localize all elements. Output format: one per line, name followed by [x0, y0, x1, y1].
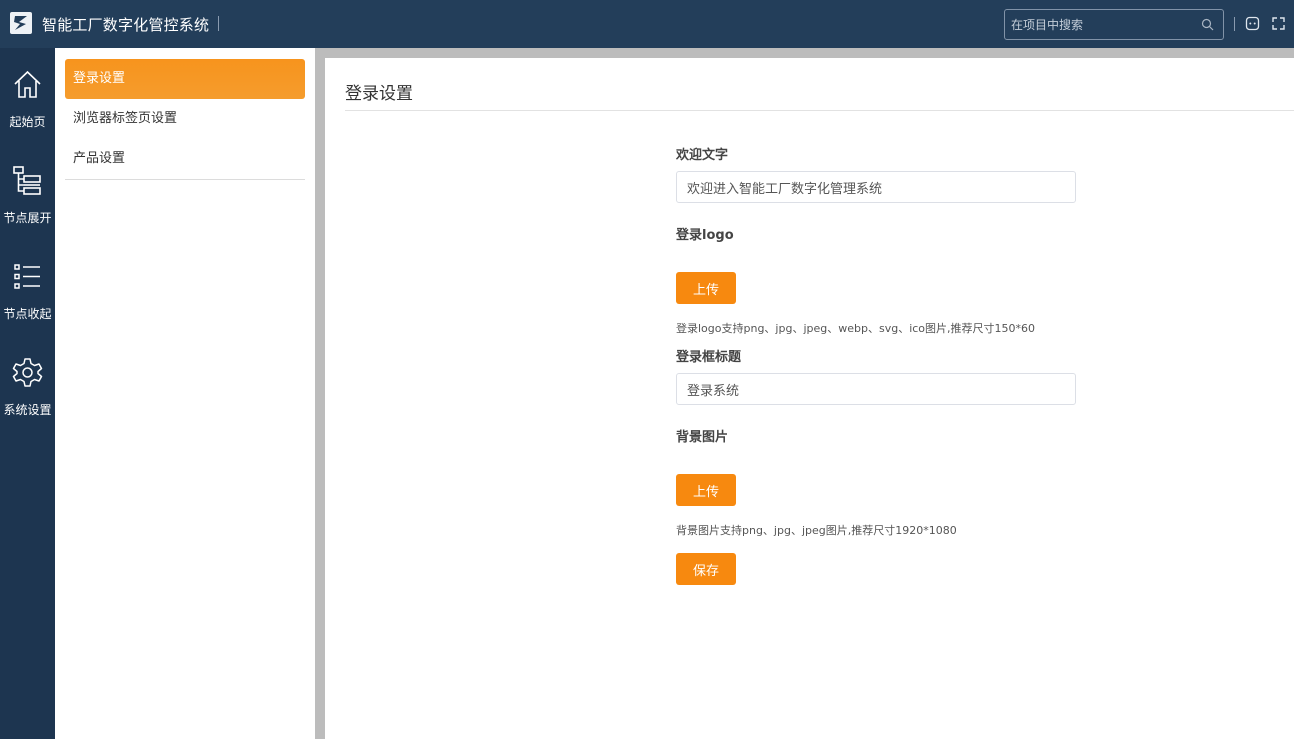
fullscreen-icon[interactable] — [1271, 16, 1286, 31]
background-image-label: 背景图片 — [676, 430, 729, 445]
search-input[interactable] — [1011, 15, 1191, 35]
rail-label-settings: 系统设置 — [3, 403, 52, 417]
login-logo-label: 登录logo — [676, 228, 734, 243]
list-collapse-icon — [14, 264, 40, 289]
app-logo-icon — [10, 12, 32, 34]
submenu-list: 登录设置 浏览器标签页设置 产品设置 — [65, 59, 305, 180]
login-box-title-input[interactable] — [676, 373, 1076, 405]
panel-gutter — [315, 48, 325, 739]
submenu-item-product-settings[interactable]: 产品设置 — [65, 139, 305, 179]
main-panel: 登录设置 欢迎文字 登录logo 上传 登录logo支持png、jpg、jpeg… — [325, 58, 1294, 739]
rail-label-collapse: 节点收起 — [3, 307, 52, 321]
chat-icon[interactable] — [1245, 16, 1260, 31]
panel-top-strip — [325, 48, 1294, 58]
page-title: 登录设置 — [345, 84, 413, 104]
rail-item-collapse[interactable]: 节点收起 — [0, 260, 55, 350]
submenu-item-browser-tab-settings[interactable]: 浏览器标签页设置 — [65, 99, 305, 139]
background-upload-button[interactable]: 上传 — [676, 474, 736, 506]
rail-item-home[interactable]: 起始页 — [0, 68, 55, 158]
top-header: 智能工厂数字化管控系统 — [0, 0, 1294, 48]
submenu-item-login-settings[interactable]: 登录设置 — [65, 59, 305, 99]
title-divider-line — [345, 110, 1294, 111]
logo-upload-button[interactable]: 上传 — [676, 272, 736, 304]
logo-hint: 登录logo支持png、jpg、jpeg、webp、svg、ico图片,推荐尺寸… — [676, 322, 1036, 335]
search-box[interactable] — [1004, 9, 1224, 40]
icon-rail: 起始页 节点展开 节点收起 系统设置 — [0, 48, 55, 739]
login-box-title-label: 登录框标题 — [676, 350, 742, 365]
rail-item-settings[interactable]: 系统设置 — [0, 356, 55, 446]
welcome-text-input[interactable] — [676, 171, 1076, 203]
title-divider — [218, 16, 219, 31]
save-button[interactable]: 保存 — [676, 553, 736, 585]
header-divider — [1234, 17, 1235, 31]
background-hint: 背景图片支持png、jpg、jpeg图片,推荐尺寸1920*1080 — [676, 524, 957, 537]
rail-label-expand: 节点展开 — [3, 211, 52, 225]
rail-label-home: 起始页 — [9, 115, 46, 129]
tree-expand-icon — [13, 166, 41, 195]
home-icon — [14, 70, 41, 98]
welcome-text-label: 欢迎文字 — [676, 148, 729, 163]
app-title: 智能工厂数字化管控系统 — [42, 16, 210, 34]
search-icon[interactable] — [1201, 18, 1214, 31]
rail-item-expand[interactable]: 节点展开 — [0, 164, 55, 254]
gear-icon — [12, 358, 43, 387]
settings-submenu: 登录设置 浏览器标签页设置 产品设置 — [55, 48, 315, 739]
